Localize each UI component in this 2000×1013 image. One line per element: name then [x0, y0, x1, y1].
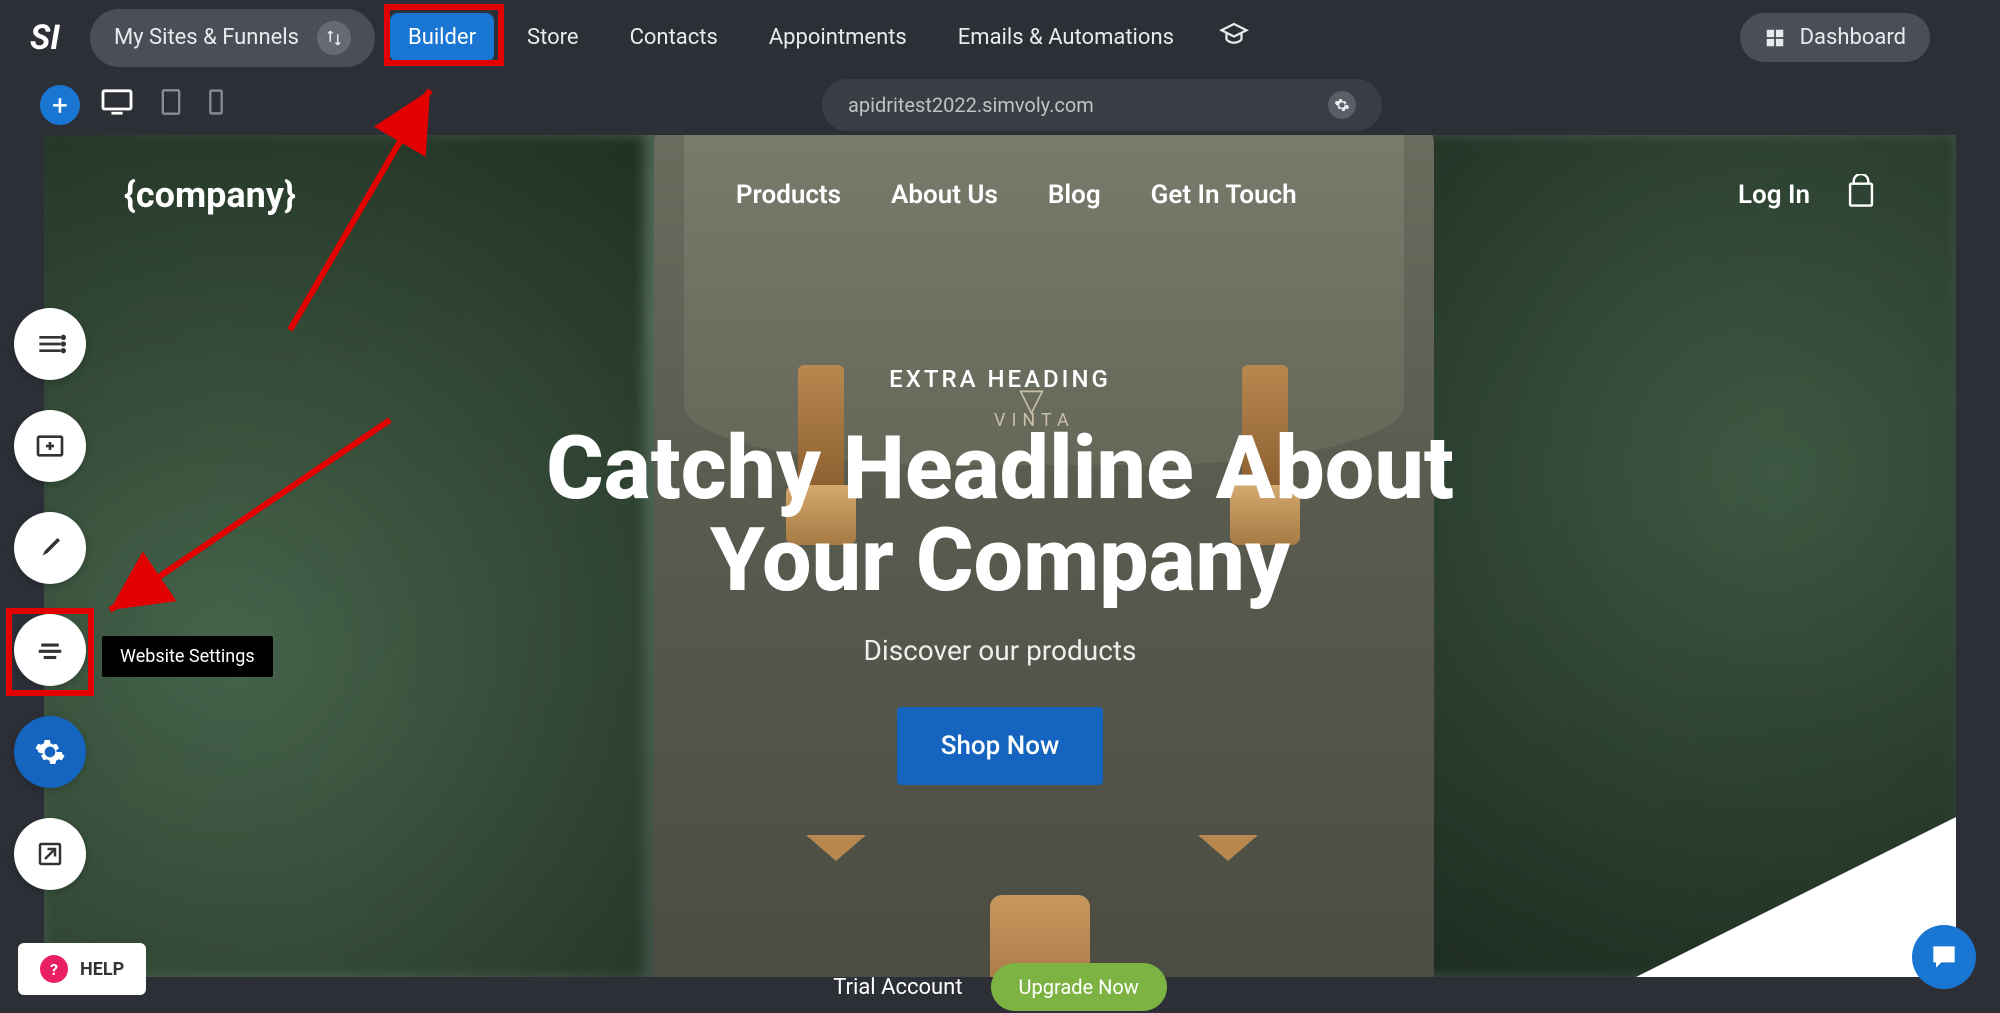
site-header: {company} Products About Us Blog Get In … — [44, 135, 1956, 255]
dashboard-label: Dashboard — [1800, 25, 1906, 50]
tablet-view-icon[interactable] — [154, 84, 188, 126]
nav-about[interactable]: About Us — [891, 180, 998, 210]
swap-icon — [317, 21, 351, 55]
pocket-flap-left — [806, 835, 866, 861]
trial-label: Trial Account — [833, 975, 962, 1000]
website-settings-tooltip: Website Settings — [102, 636, 273, 677]
nav-appointments[interactable]: Appointments — [751, 13, 925, 62]
sites-funnels-dropdown[interactable]: My Sites & Funnels — [90, 9, 375, 67]
education-icon[interactable] — [1207, 11, 1261, 64]
nav-emails-automations[interactable]: Emails & Automations — [940, 13, 1192, 62]
chat-widget-button[interactable] — [1912, 925, 1976, 989]
upgrade-button[interactable]: Upgrade Now — [991, 963, 1167, 1011]
builder-side-toolbar — [14, 308, 86, 890]
nav-builder[interactable]: Builder — [390, 13, 494, 62]
add-element-button[interactable]: + — [40, 85, 80, 125]
help-icon: ? — [40, 955, 68, 983]
desktop-view-icon[interactable] — [94, 84, 140, 126]
nav-store[interactable]: Store — [509, 13, 597, 62]
dashboard-icon — [1764, 27, 1786, 49]
company-logo[interactable]: {company} — [124, 174, 296, 216]
dashboard-button[interactable]: Dashboard — [1740, 13, 1930, 62]
cart-icon[interactable] — [1846, 174, 1876, 216]
trial-banner: Trial Account Upgrade Now — [0, 961, 2000, 1013]
app-logo: SI — [30, 18, 60, 58]
headline-line1: Catchy Headline About — [546, 417, 1454, 520]
hero-subheading[interactable]: Discover our products — [44, 634, 1956, 667]
pocket-flap-right — [1198, 835, 1258, 861]
website-settings-button[interactable] — [14, 716, 86, 788]
url-settings-icon[interactable] — [1328, 91, 1356, 119]
preview-button[interactable] — [14, 818, 86, 890]
site-nav: Products About Us Blog Get In Touch — [736, 180, 1297, 210]
add-widget-button[interactable] — [14, 410, 86, 482]
global-styles-button[interactable] — [14, 614, 86, 686]
login-link[interactable]: Log In — [1738, 180, 1810, 210]
builder-toolbar: + apidritest2022.simvoly.com — [0, 75, 2000, 135]
nav-contacts[interactable]: Contacts — [612, 13, 736, 62]
site-url-pill[interactable]: apidritest2022.simvoly.com — [822, 79, 1382, 131]
nav-blog[interactable]: Blog — [1048, 180, 1101, 210]
page-canvas: ▽ VINTA {company} Products About Us Blog… — [44, 135, 1956, 977]
top-nav: SI My Sites & Funnels Builder Store Cont… — [0, 0, 2000, 75]
shop-now-button[interactable]: Shop Now — [897, 707, 1104, 785]
nav-products[interactable]: Products — [736, 180, 841, 210]
nav-get-in-touch[interactable]: Get In Touch — [1151, 180, 1297, 210]
help-button[interactable]: ? HELP — [18, 943, 146, 995]
sites-funnels-label: My Sites & Funnels — [114, 25, 299, 50]
mobile-view-icon[interactable] — [202, 84, 230, 126]
styling-button[interactable] — [14, 512, 86, 584]
help-label: HELP — [80, 959, 124, 980]
extra-heading[interactable]: EXTRA HEADING — [44, 365, 1956, 393]
hero-content: EXTRA HEADING Catchy Headline About Your… — [44, 365, 1956, 785]
headline-line2: Your Company — [710, 509, 1290, 612]
pages-menu-button[interactable] — [14, 308, 86, 380]
hero-headline[interactable]: Catchy Headline About Your Company — [44, 423, 1956, 608]
site-url-text: apidritest2022.simvoly.com — [848, 93, 1094, 117]
